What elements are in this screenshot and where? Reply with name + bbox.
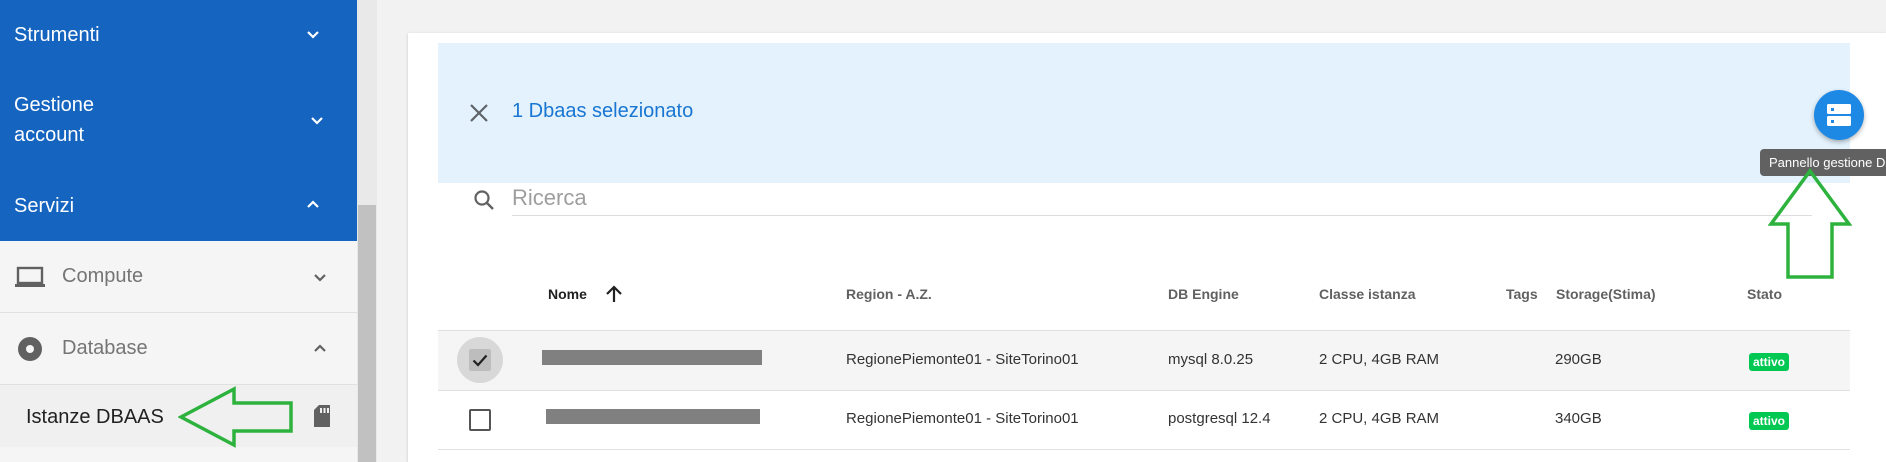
cell-storage: 340GB <box>1555 410 1602 427</box>
column-header-engine[interactable]: DB Engine <box>1168 286 1239 302</box>
table-row[interactable]: RegionePiemonte01 - SiteTorino01 postgre… <box>438 390 1850 450</box>
row-checkbox-checked[interactable] <box>469 349 491 371</box>
dbaas-panel: 1 Dbaas selezionato Pannello gestione Db… <box>408 33 1886 462</box>
sidebar-item-database[interactable]: Database <box>0 313 357 385</box>
sidebar-item-servizi[interactable]: Servizi <box>0 173 357 241</box>
selection-count-text: 1 Dbaas selezionato <box>512 100 694 122</box>
cell-region: RegionePiemonte01 - SiteTorino01 <box>846 410 1079 427</box>
dns-icon <box>1827 104 1851 126</box>
cell-engine: postgresql 12.4 <box>1168 410 1271 427</box>
sidebar-scrollbar[interactable] <box>357 0 377 462</box>
column-header-stato[interactable]: Stato <box>1747 286 1782 302</box>
redacted-name <box>542 350 762 365</box>
sidebar-item-gestione-account[interactable]: Gestione account <box>0 70 357 173</box>
laptop-icon <box>15 266 45 287</box>
sidebar-item-label: Database <box>62 337 148 359</box>
cell-classe: 2 CPU, 4GB RAM <box>1319 410 1440 427</box>
search-input[interactable] <box>512 181 1812 216</box>
cell-classe: 2 CPU, 4GB RAM <box>1319 351 1440 368</box>
status-badge: attivo <box>1749 353 1790 371</box>
row-checkbox[interactable] <box>469 409 491 431</box>
search-icon <box>474 190 494 210</box>
annotation-arrow-left <box>178 386 293 448</box>
sd-card-icon <box>314 405 330 427</box>
chevron-up-icon <box>307 200 319 208</box>
arrow-up-icon[interactable] <box>602 282 626 306</box>
annotation-arrow-up <box>1768 168 1852 279</box>
column-header-classe[interactable]: Classe istanza <box>1319 286 1416 302</box>
table-row[interactable]: RegionePiemonte01 - SiteTorino01 mysql 8… <box>438 330 1850 391</box>
column-header-tags[interactable]: Tags <box>1506 286 1538 302</box>
selection-bar: 1 Dbaas selezionato Pannello gestione Db… <box>438 43 1886 183</box>
cell-storage: 290GB <box>1555 351 1602 368</box>
sidebar-item-label: Gestione <box>14 94 95 116</box>
redacted-name <box>546 409 760 424</box>
sidebar-item-label: account <box>14 124 85 146</box>
chevron-up-icon <box>314 344 326 352</box>
dbaas-management-button[interactable] <box>1814 90 1864 140</box>
cell-engine: mysql 8.0.25 <box>1168 351 1254 368</box>
status-badge: attivo <box>1749 412 1790 430</box>
column-header-region[interactable]: Region - A.Z. <box>846 286 932 302</box>
sidebar-item-label: Servizi <box>14 195 75 217</box>
scrollbar-thumb[interactable] <box>358 205 376 462</box>
column-header-nome[interactable]: Nome <box>548 286 587 302</box>
sidebar-item-strumenti[interactable]: Strumenti <box>0 0 357 70</box>
column-header-storage[interactable]: Storage(Stima) <box>1556 286 1656 302</box>
chevron-down-icon <box>314 274 326 282</box>
chevron-down-icon <box>307 31 319 39</box>
sidebar-footer <box>0 447 357 462</box>
close-icon[interactable] <box>468 102 490 124</box>
sidebar-item-label: Compute <box>62 265 144 287</box>
disc-icon <box>18 337 42 361</box>
sidebar-item-compute[interactable]: Compute <box>0 241 357 313</box>
sidebar-item-label: Strumenti <box>14 24 100 46</box>
chevron-down-icon <box>311 117 323 125</box>
cell-region: RegionePiemonte01 - SiteTorino01 <box>846 351 1079 368</box>
sidebar-item-label: Istanze DBAAS <box>26 406 164 428</box>
